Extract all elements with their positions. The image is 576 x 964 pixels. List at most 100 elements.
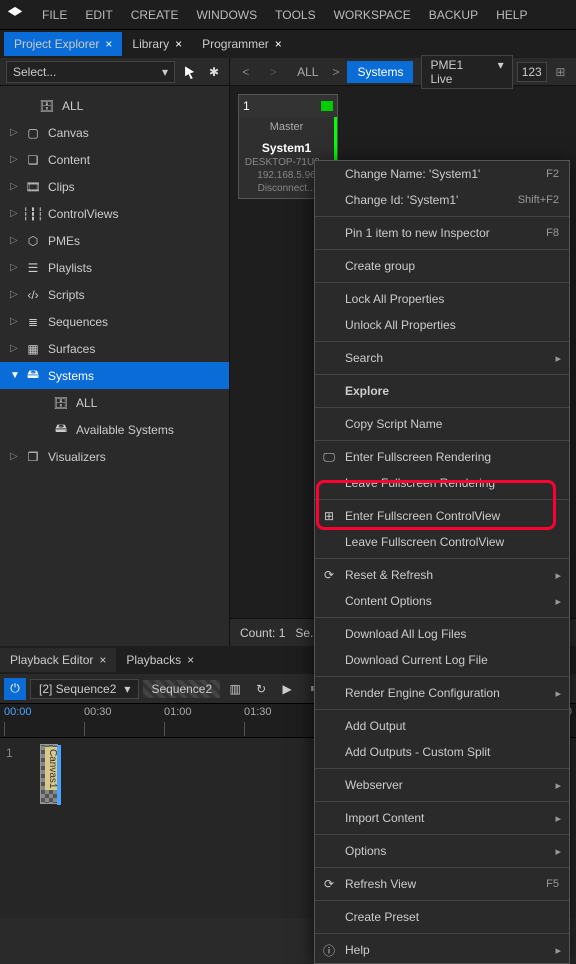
menu-item[interactable]: Change Id: 'System1'Shift+F2 [315, 187, 569, 213]
tree-scripts[interactable]: ▷‹/›Scripts [0, 281, 229, 308]
forward-button[interactable]: > [264, 62, 284, 82]
tab-programmer[interactable]: Programmer × [192, 32, 292, 56]
menu-item[interactable]: Webserver▸ [315, 772, 569, 798]
status-led-icon [321, 101, 333, 111]
surface-icon: ▦ [24, 342, 42, 356]
clip[interactable]: Canvas1 [40, 744, 58, 804]
menu-windows[interactable]: WINDOWS [196, 8, 257, 22]
back-button[interactable]: < [236, 62, 256, 82]
menu-item[interactable]: ⊞Enter Fullscreen ControlView [315, 503, 569, 529]
tree-canvas[interactable]: ▷▢Canvas [0, 119, 229, 146]
menu-workspace[interactable]: WORKSPACE [334, 8, 411, 22]
shortcut: F2 [546, 168, 559, 180]
tab-playbacks[interactable]: Playbacks× [116, 648, 204, 672]
crumb-systems[interactable]: Systems [347, 61, 413, 83]
menu-item[interactable]: Download All Log Files [315, 621, 569, 647]
menu-item[interactable]: ⓘHelp▸ [315, 937, 569, 963]
close-icon[interactable]: × [99, 653, 106, 667]
menu-item[interactable]: Create group [315, 253, 569, 279]
pme-dropdown[interactable]: PME1 Live▾ [421, 55, 512, 89]
menu-file[interactable]: FILE [42, 8, 67, 22]
menu-item[interactable]: Leave Fullscreen Rendering [315, 470, 569, 496]
tree-sequences[interactable]: ▷≣Sequences [0, 308, 229, 335]
menu-item[interactable]: Unlock All Properties [315, 312, 569, 338]
caret-icon: ▷ [10, 316, 18, 327]
seq-icon: ≣ [24, 315, 42, 329]
menu-item[interactable]: Add Outputs - Custom Split [315, 739, 569, 765]
menu-tools[interactable]: TOOLS [275, 8, 315, 22]
menu-item[interactable]: Content Options▸ [315, 588, 569, 614]
caret-icon: ▷ [10, 154, 18, 165]
menu-item[interactable]: Search▸ [315, 345, 569, 371]
close-icon[interactable]: × [105, 37, 112, 51]
sequence-name[interactable]: Sequence2 [143, 680, 220, 698]
menu-item-label: Leave Fullscreen Rendering [345, 476, 495, 490]
select-dropdown[interactable]: Select... ▾ [6, 61, 175, 83]
menu-item[interactable]: ⟳Refresh ViewF5 [315, 871, 569, 897]
menu-item-label: Copy Script Name [345, 417, 442, 431]
menu-item[interactable]: Lock All Properties [315, 286, 569, 312]
tree: 🗄ALL ▷▢Canvas ▷❏Content ▷🎞Clips ▷┆┇┆Cont… [0, 86, 229, 476]
caret-icon: ▷ [10, 208, 18, 219]
pointer-icon[interactable] [181, 63, 199, 81]
tree-clips[interactable]: ▷🎞Clips [0, 173, 229, 200]
clip-handle[interactable] [57, 745, 61, 805]
edit-icon[interactable]: ▥ [224, 678, 246, 700]
menu-separator [315, 341, 569, 342]
sequence-selector[interactable]: [2] Sequence2▾ [30, 679, 139, 699]
badge-123[interactable]: 123 [517, 62, 547, 82]
menu-item[interactable]: Add Output [315, 713, 569, 739]
tree-visualizers[interactable]: ▷❒Visualizers [0, 443, 229, 470]
reload-icon[interactable]: ↻ [250, 678, 272, 700]
close-icon[interactable]: × [275, 37, 282, 51]
menu-item-label: Create group [345, 259, 415, 273]
menu-item[interactable]: Create Preset [315, 904, 569, 930]
tree-controlviews[interactable]: ▷┆┇┆ControlViews [0, 200, 229, 227]
tab-library[interactable]: Library × [122, 32, 192, 56]
tree-playlists[interactable]: ▷☰Playlists [0, 254, 229, 281]
caret-icon: ▷ [10, 181, 18, 192]
close-icon[interactable]: × [175, 37, 182, 51]
tree-available-systems[interactable]: 🖴Available Systems [0, 416, 229, 443]
menu-item[interactable]: Leave Fullscreen ControlView [315, 529, 569, 555]
menu-item-label: Unlock All Properties [345, 318, 456, 332]
menu-item[interactable]: Copy Script Name [315, 411, 569, 437]
tick-0030: 00:30 [84, 706, 112, 718]
tree-surfaces[interactable]: ▷▦Surfaces [0, 335, 229, 362]
tree-systems[interactable]: ▼🖴Systems [0, 362, 229, 389]
menu-item-label: Reset & Refresh [345, 568, 433, 582]
tree-pmes[interactable]: ▷⬡PMEs [0, 227, 229, 254]
menu-item[interactable]: Pin 1 item to new InspectorF8 [315, 220, 569, 246]
tab-project-explorer[interactable]: Project Explorer × [4, 32, 122, 56]
menu-item[interactable]: 🖵Enter Fullscreen Rendering [315, 444, 569, 470]
menu-item[interactable]: Change Name: 'System1'F2 [315, 161, 569, 187]
crumb-all[interactable]: ALL [291, 63, 324, 81]
chevron-down-icon: ▾ [124, 682, 130, 696]
menu-item-label: Create Preset [345, 910, 419, 924]
menu-help[interactable]: HELP [496, 8, 527, 22]
menu-item[interactable]: Options▸ [315, 838, 569, 864]
shortcut: Shift+F2 [518, 194, 559, 206]
tab-label: Programmer [202, 37, 269, 51]
tab-playback-editor[interactable]: Playback Editor× [0, 648, 116, 672]
cube-icon: ❒ [24, 450, 42, 464]
menu-create[interactable]: CREATE [131, 8, 179, 22]
tree-all[interactable]: 🗄ALL [0, 92, 229, 119]
grid-icon[interactable]: ⊞ [551, 62, 570, 82]
menu-item[interactable]: Render Engine Configuration▸ [315, 680, 569, 706]
menu-backup[interactable]: BACKUP [429, 8, 478, 22]
screen-icon: 🖵 [321, 450, 337, 465]
gear-icon[interactable]: ✱ [205, 63, 223, 81]
menu-item[interactable]: Import Content▸ [315, 805, 569, 831]
sys-icon: 🖴 [52, 419, 70, 440]
power-button[interactable]: ⏻ [4, 678, 26, 700]
tree-content[interactable]: ▷❏Content [0, 146, 229, 173]
menu-edit[interactable]: EDIT [85, 8, 112, 22]
menu-item[interactable]: Download Current Log File [315, 647, 569, 673]
play-button[interactable]: ▶ [276, 678, 298, 700]
close-icon[interactable]: × [187, 653, 194, 667]
menu-item[interactable]: ⟳Reset & Refresh▸ [315, 562, 569, 588]
menu-item[interactable]: Explore [315, 378, 569, 404]
menu-item-label: Enter Fullscreen ControlView [345, 509, 500, 523]
tree-systems-all[interactable]: 🗄ALL [0, 389, 229, 416]
